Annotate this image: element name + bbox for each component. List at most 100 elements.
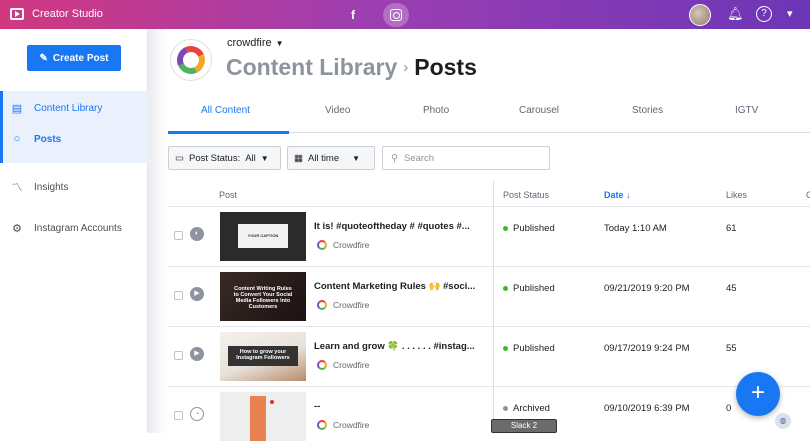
header-post-status[interactable]: Post Status <box>503 190 549 200</box>
post-caption[interactable]: Learn and grow 🍀 . . . . . . #instag... <box>314 341 479 352</box>
library-icon: ▤ <box>11 103 23 115</box>
row-checkbox[interactable] <box>174 231 183 240</box>
chevron-right-icon: › <box>403 59 409 76</box>
post-likes: 45 <box>726 283 737 294</box>
source-name: Crowdfire <box>333 420 370 430</box>
sidebar-item-label: Instagram Accounts <box>34 223 122 234</box>
thumb-shape <box>250 396 266 441</box>
sidebar-item-insights[interactable]: 〽 Insights <box>10 179 69 195</box>
instagram-icon[interactable] <box>383 3 409 27</box>
account-switcher[interactable]: crowdfire ▼ <box>227 37 284 49</box>
status-dot-icon <box>503 226 508 231</box>
add-button[interactable]: + <box>736 372 780 416</box>
creator-studio-logo-icon <box>10 8 24 20</box>
status-filter-label: Post Status: <box>188 152 241 164</box>
breadcrumb: Content Library › Posts <box>226 54 477 81</box>
tab-igtv[interactable]: IGTV <box>735 105 758 116</box>
status-text: Published <box>513 223 555 234</box>
tab-photo[interactable]: Photo <box>423 105 449 116</box>
status-badge: Published <box>503 223 555 234</box>
status-filter-value: All <box>245 152 256 164</box>
source-name: Crowdfire <box>333 300 370 310</box>
sidebar-item-posts[interactable]: ○ Posts <box>10 133 62 145</box>
header-date[interactable]: Date ↓ <box>604 190 631 200</box>
post-date: 09/21/2019 9:20 PM <box>604 283 690 294</box>
row-checkbox[interactable] <box>174 291 183 300</box>
post-caption[interactable]: It is! #quoteoftheday # #quotes #... <box>314 221 479 232</box>
create-post-button[interactable]: ✎ Create Post <box>27 45 121 71</box>
status-dot-icon <box>503 346 508 351</box>
calendar-icon: ▭ <box>175 152 184 164</box>
status-badge: Archived <box>503 403 550 414</box>
post-source: Crowdfire <box>317 240 369 250</box>
status-badge: Published <box>503 343 555 354</box>
post-date: 09/17/2019 9:24 PM <box>604 343 690 354</box>
header-comments[interactable]: C <box>806 190 810 200</box>
tab-carousel[interactable]: Carousel <box>519 105 559 116</box>
crowdfire-icon <box>317 240 327 250</box>
thumb-shape <box>270 400 274 404</box>
chevron-down-icon[interactable]: ▾ <box>787 7 793 20</box>
status-text: Published <box>513 283 555 294</box>
header-likes[interactable]: Likes <box>726 190 747 200</box>
sidebar: ✎ Create Post ▤ Content Library ○ Posts … <box>0 29 148 433</box>
status-text: Archived <box>513 403 550 414</box>
post-thumbnail[interactable] <box>220 392 306 441</box>
sidebar-item-instagram-accounts[interactable]: ⚙ Instagram Accounts <box>10 222 122 235</box>
bell-icon[interactable]: 🔔︎ <box>727 6 744 22</box>
table-row[interactable]: ▶ Content Writing Rules to Convert Your … <box>168 266 810 326</box>
sidebar-item-label: Posts <box>34 133 62 145</box>
tab-all-content[interactable]: All Content <box>201 105 250 116</box>
slack-badge[interactable]: Slack 2 <box>491 419 557 433</box>
search-input[interactable]: ⚲ Search <box>382 146 550 170</box>
crowdfire-icon <box>317 300 327 310</box>
post-caption[interactable]: Content Marketing Rules 🙌 #soci... <box>314 281 479 292</box>
help-icon[interactable]: ? <box>756 6 772 22</box>
account-name: crowdfire <box>227 37 272 49</box>
globe-icon[interactable]: ◍ <box>775 413 791 429</box>
tab-stories[interactable]: Stories <box>632 105 663 116</box>
facebook-icon[interactable]: f <box>340 3 366 27</box>
edit-icon: ✎ <box>39 52 48 64</box>
sidebar-item-label: Content Library <box>34 103 103 114</box>
time-filter[interactable]: ▦ All time ▼ <box>287 146 375 170</box>
active-tab-indicator <box>168 131 289 134</box>
post-source: Crowdfire <box>317 360 369 370</box>
post-likes: 0 <box>726 403 732 414</box>
post-source: Crowdfire <box>317 300 369 310</box>
status-dot-icon <box>503 286 508 291</box>
post-status-filter[interactable]: ▭ Post Status: All ▼ <box>168 146 281 170</box>
sidebar-item-content-library[interactable]: ▤ Content Library <box>10 102 103 115</box>
search-icon: ⚲ <box>391 152 398 164</box>
table-row[interactable]: ◐ YOUR CAPTION It is! #quoteoftheday # #… <box>168 206 810 266</box>
chevron-down-icon: ▼ <box>260 153 269 163</box>
table-header: Post Post Status Date ↓ Likes C <box>168 186 810 206</box>
play-icon: ▶ <box>190 347 204 361</box>
source-name: Crowdfire <box>333 240 370 250</box>
post-caption[interactable]: -- <box>314 401 479 412</box>
row-checkbox[interactable] <box>174 351 183 360</box>
top-bar: Creator Studio f 🔔︎ ? ▾ <box>0 0 810 29</box>
post-thumbnail[interactable]: Content Writing Rules to Convert Your So… <box>220 272 306 321</box>
post-thumbnail[interactable]: How to grow your Instagram Followers <box>220 332 306 381</box>
clock-icon: ◔ <box>190 407 204 421</box>
post-source: Crowdfire <box>317 420 369 430</box>
create-post-label: Create Post <box>52 52 109 64</box>
post-thumbnail[interactable]: YOUR CAPTION <box>220 212 306 261</box>
table-row[interactable]: ◔ -- Crowdfire Archived 09/10/2019 6:39 … <box>168 386 810 446</box>
photo-icon: ◐ <box>190 227 204 241</box>
row-checkbox[interactable] <box>174 411 183 420</box>
thumb-text: How to grow your Instagram Followers <box>236 349 290 361</box>
header-post[interactable]: Post <box>219 190 237 200</box>
content-tabs: All Content Video Photo Carousel Stories… <box>168 99 810 134</box>
tab-video[interactable]: Video <box>325 105 350 116</box>
panel-shadow <box>148 29 168 433</box>
status-badge: Published <box>503 283 555 294</box>
table-row[interactable]: ▶ How to grow your Instagram Followers L… <box>168 326 810 386</box>
calendar-icon: ▦ <box>294 152 303 164</box>
status-dot-icon <box>503 406 508 411</box>
breadcrumb-parent[interactable]: Content Library <box>226 54 397 80</box>
play-icon: ▶ <box>190 287 204 301</box>
avatar[interactable] <box>689 4 711 26</box>
thumb-text: Content Writing Rules to Convert Your So… <box>233 286 293 310</box>
